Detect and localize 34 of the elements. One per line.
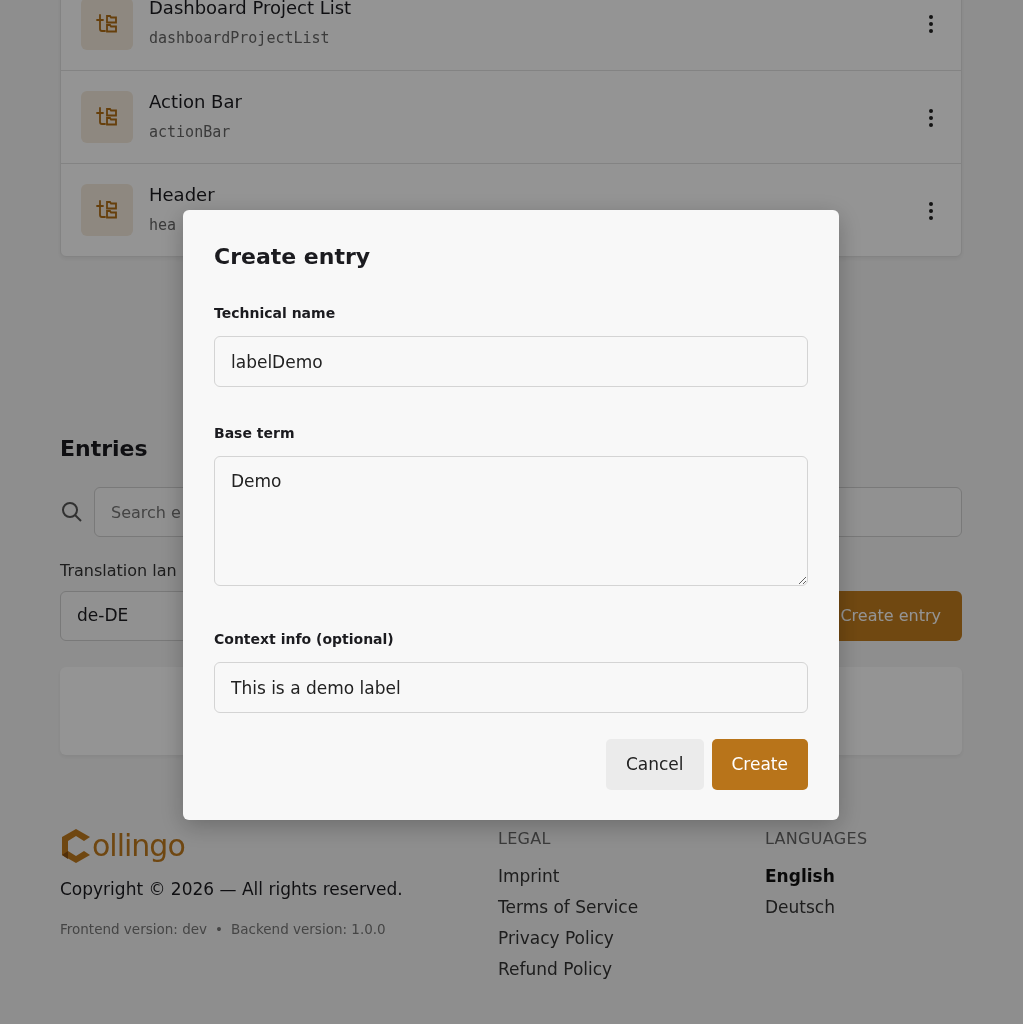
- logo-text: ollingo: [92, 831, 185, 861]
- item-key: dashboardProjectList: [149, 27, 352, 50]
- footer-heading: LEGAL: [498, 828, 552, 850]
- language-link[interactable]: Deutsch: [765, 896, 962, 918]
- footer-link[interactable]: Terms of Service: [498, 896, 765, 918]
- version-text: Frontend version: dev: [60, 919, 208, 939]
- footer-link[interactable]: Imprint: [498, 865, 765, 887]
- section-heading: Entries: [60, 435, 148, 463]
- cancel-button[interactable]: Cancel: [605, 739, 704, 790]
- more-icon: [929, 108, 933, 127]
- text-area[interactable]: Demo: [214, 456, 808, 586]
- version-text: Backend version: 1.0.0: [231, 919, 386, 939]
- item-key: actionBar: [149, 120, 242, 144]
- create-button[interactable]: Create: [711, 739, 808, 790]
- item-title: Dashboard Project List: [149, 0, 352, 20]
- field-label: Technical name: [214, 304, 337, 323]
- item-title: Action Bar: [149, 90, 242, 113]
- field-label: Translation lan: [60, 560, 178, 582]
- copyright-text: Copyright © 2026 — All rights reserved.: [60, 878, 404, 901]
- input-field[interactable]: labelDemo: [214, 336, 808, 387]
- language-link[interactable]: English: [765, 865, 962, 887]
- more-icon: [929, 15, 933, 33]
- separator: •: [215, 919, 223, 939]
- modal-title: Create entry: [214, 243, 372, 271]
- footer-heading: LANGUAGES: [765, 828, 869, 850]
- item-key: hea: [149, 213, 215, 237]
- field-label: Base term: [214, 424, 296, 443]
- item-title: Header: [149, 183, 215, 206]
- logo-icon: [60, 827, 92, 865]
- footer-link[interactable]: Privacy Policy: [498, 927, 765, 949]
- input-field[interactable]: This is a demo label: [214, 662, 808, 713]
- search-icon: [60, 500, 84, 524]
- more-icon: [929, 201, 933, 220]
- footer-link[interactable]: Refund Policy: [498, 958, 765, 980]
